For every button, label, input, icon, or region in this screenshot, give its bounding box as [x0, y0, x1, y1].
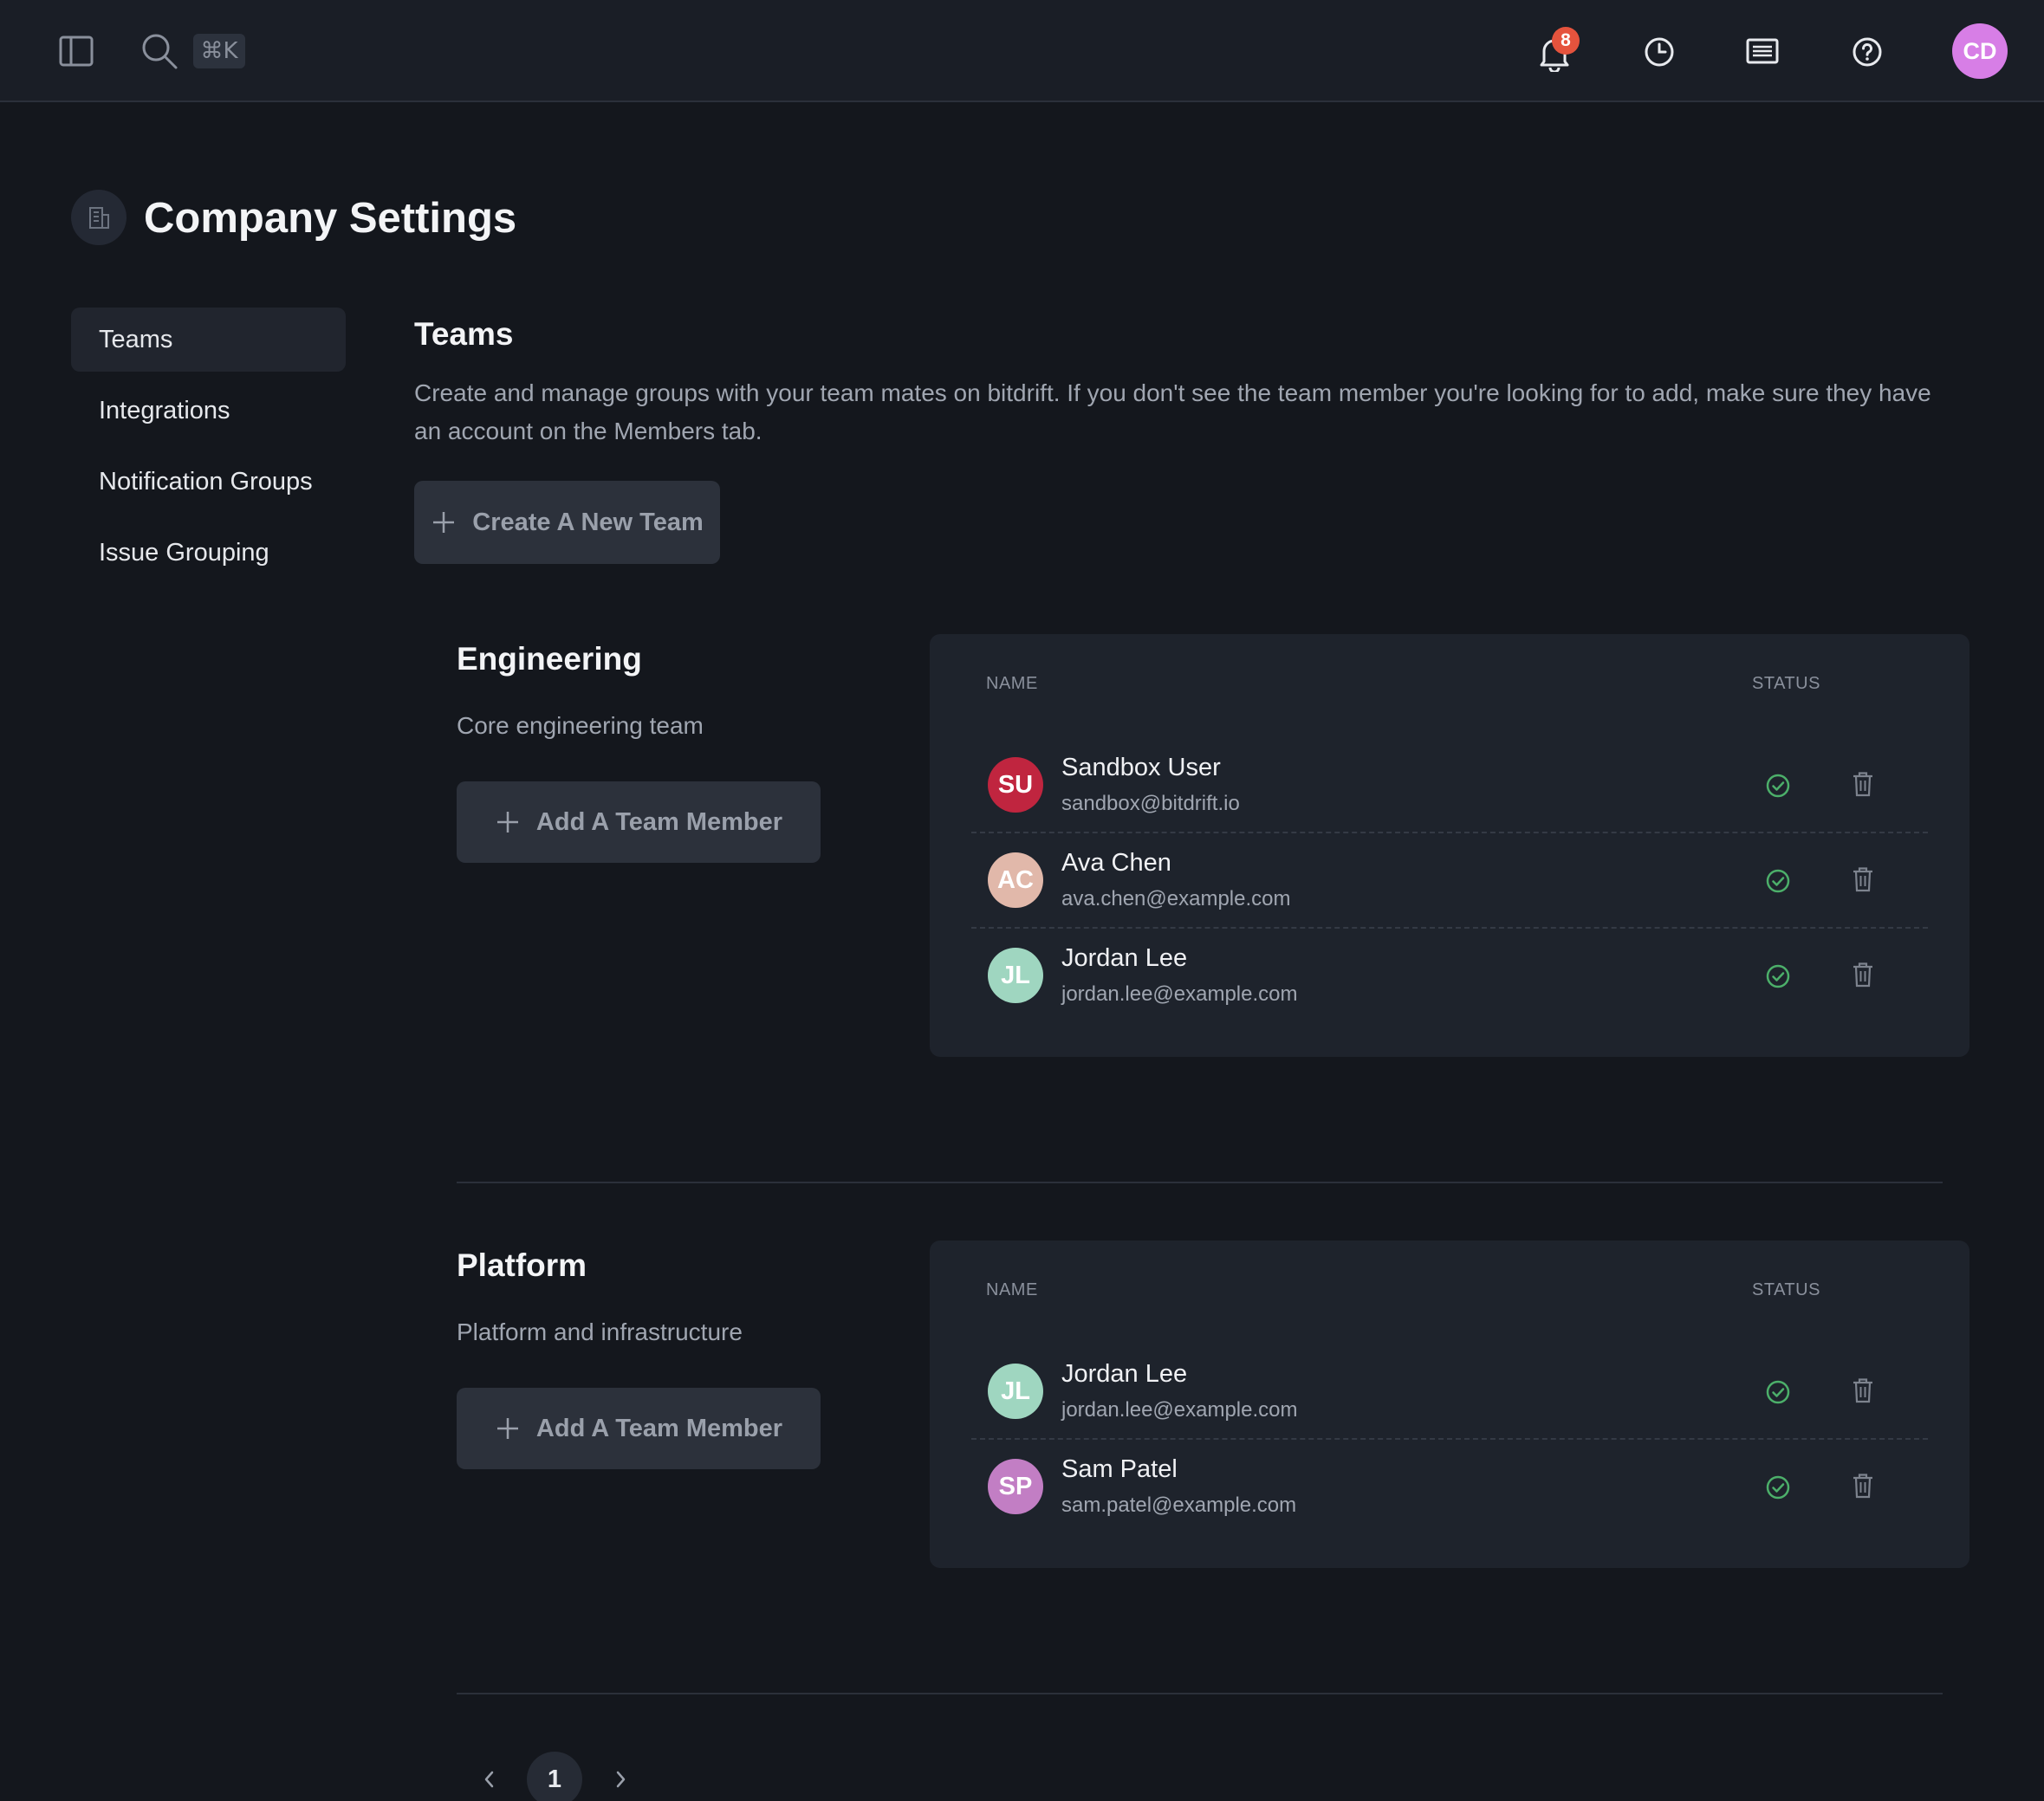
building-icon	[71, 190, 127, 245]
team-members-table: NAME STATUS JL Jordan Lee jordan.lee@exa…	[930, 1241, 1969, 1568]
member-email: jordan.lee@example.com	[1061, 982, 1298, 1006]
chevron-left-icon	[484, 1771, 494, 1788]
member-email: sandbox@bitdrift.io	[1061, 792, 1240, 815]
member-name: Jordan Lee	[1061, 944, 1188, 972]
sidebar-item-label: Issue Grouping	[99, 538, 269, 567]
team-description: Platform and infrastructure	[457, 1318, 743, 1345]
sidebar-item-label: Notification Groups	[99, 467, 313, 496]
member-avatar: JL	[988, 1364, 1043, 1419]
search-icon[interactable]	[139, 31, 180, 71]
team-divider	[457, 1693, 1943, 1694]
search-shortcut-hint: ⌘K	[193, 34, 245, 68]
status-check-icon	[1765, 963, 1791, 994]
table-row: AC Ava Chen ava.chen@example.com	[971, 833, 1928, 929]
status-check-icon	[1765, 868, 1791, 898]
add-team-member-button[interactable]: Add A Team Member	[457, 781, 821, 863]
team-members-rows: SU Sandbox User sandbox@bitdrift.io AC A…	[930, 634, 1969, 1057]
page-title: Company Settings	[144, 195, 517, 242]
trash-icon[interactable]	[1852, 1377, 1874, 1408]
team-divider	[457, 1182, 1943, 1183]
member-email: ava.chen@example.com	[1061, 887, 1291, 910]
sidebar-item-label: Integrations	[99, 396, 230, 424]
sidebar-item-label: Teams	[99, 325, 173, 353]
pagination-page-current[interactable]: 1	[527, 1752, 582, 1801]
trash-icon[interactable]	[1852, 1473, 1874, 1503]
column-header-status: STATUS	[1752, 1280, 1820, 1299]
trash-icon[interactable]	[1852, 771, 1874, 801]
team-name: Engineering	[457, 641, 642, 677]
pagination-next-button[interactable]	[593, 1752, 648, 1801]
status-check-icon	[1765, 1379, 1791, 1409]
section-description: Create and manage groups with your team …	[414, 379, 1931, 444]
chevron-right-icon	[616, 1771, 626, 1788]
help-icon[interactable]	[1850, 35, 1885, 69]
sidebar-item-integrations[interactable]: Integrations	[71, 379, 346, 443]
clock-icon[interactable]	[1642, 35, 1677, 69]
user-avatar[interactable]: CD	[1952, 23, 2008, 79]
table-row: SU Sandbox User sandbox@bitdrift.io	[971, 738, 1928, 833]
notification-badge: 8	[1552, 27, 1580, 55]
plus-icon	[496, 1418, 518, 1439]
status-check-icon	[1765, 773, 1791, 803]
member-email: jordan.lee@example.com	[1061, 1398, 1298, 1422]
create-team-label: Create A New Team	[472, 508, 704, 536]
member-avatar: SP	[988, 1459, 1043, 1514]
create-team-button[interactable]: Create A New Team	[414, 481, 720, 564]
sidebar-item-issue-grouping[interactable]: Issue Grouping	[71, 521, 346, 585]
section-title: Teams	[414, 316, 514, 352]
member-name: Sandbox User	[1061, 754, 1221, 781]
member-email: sam.patel@example.com	[1061, 1493, 1297, 1517]
column-header-name: NAME	[986, 1280, 1038, 1299]
sidebar-toggle-icon[interactable]	[57, 34, 95, 68]
team-name: Platform	[457, 1247, 587, 1283]
status-check-icon	[1765, 1474, 1791, 1505]
table-row: SP Sam Patel sam.patel@example.com	[971, 1440, 1928, 1535]
member-avatar: SU	[988, 757, 1043, 813]
member-name: Jordan Lee	[1061, 1360, 1188, 1388]
add-team-member-button[interactable]: Add A Team Member	[457, 1388, 821, 1469]
member-avatar: JL	[988, 948, 1043, 1003]
table-row: JL Jordan Lee jordan.lee@example.com	[971, 1344, 1928, 1440]
sidebar-item-notification-groups[interactable]: Notification Groups	[71, 450, 346, 514]
top-bar: ⌘K 8 CD	[0, 0, 2044, 102]
table-row: JL Jordan Lee jordan.lee@example.com	[971, 929, 1928, 1024]
terminal-log-icon[interactable]	[1745, 36, 1780, 66]
trash-icon[interactable]	[1852, 866, 1874, 897]
sidebar-item-teams[interactable]: Teams	[71, 308, 346, 372]
member-name: Ava Chen	[1061, 849, 1171, 877]
team-description: Core engineering team	[457, 712, 704, 739]
add-team-member-label: Add A Team Member	[535, 1414, 783, 1442]
member-avatar: AC	[988, 852, 1043, 908]
plus-icon	[433, 512, 455, 533]
member-name: Sam Patel	[1061, 1455, 1178, 1483]
add-team-member-label: Add A Team Member	[535, 807, 783, 836]
trash-icon[interactable]	[1852, 962, 1874, 992]
plus-icon	[496, 812, 518, 832]
pagination-prev-button[interactable]	[462, 1752, 517, 1801]
